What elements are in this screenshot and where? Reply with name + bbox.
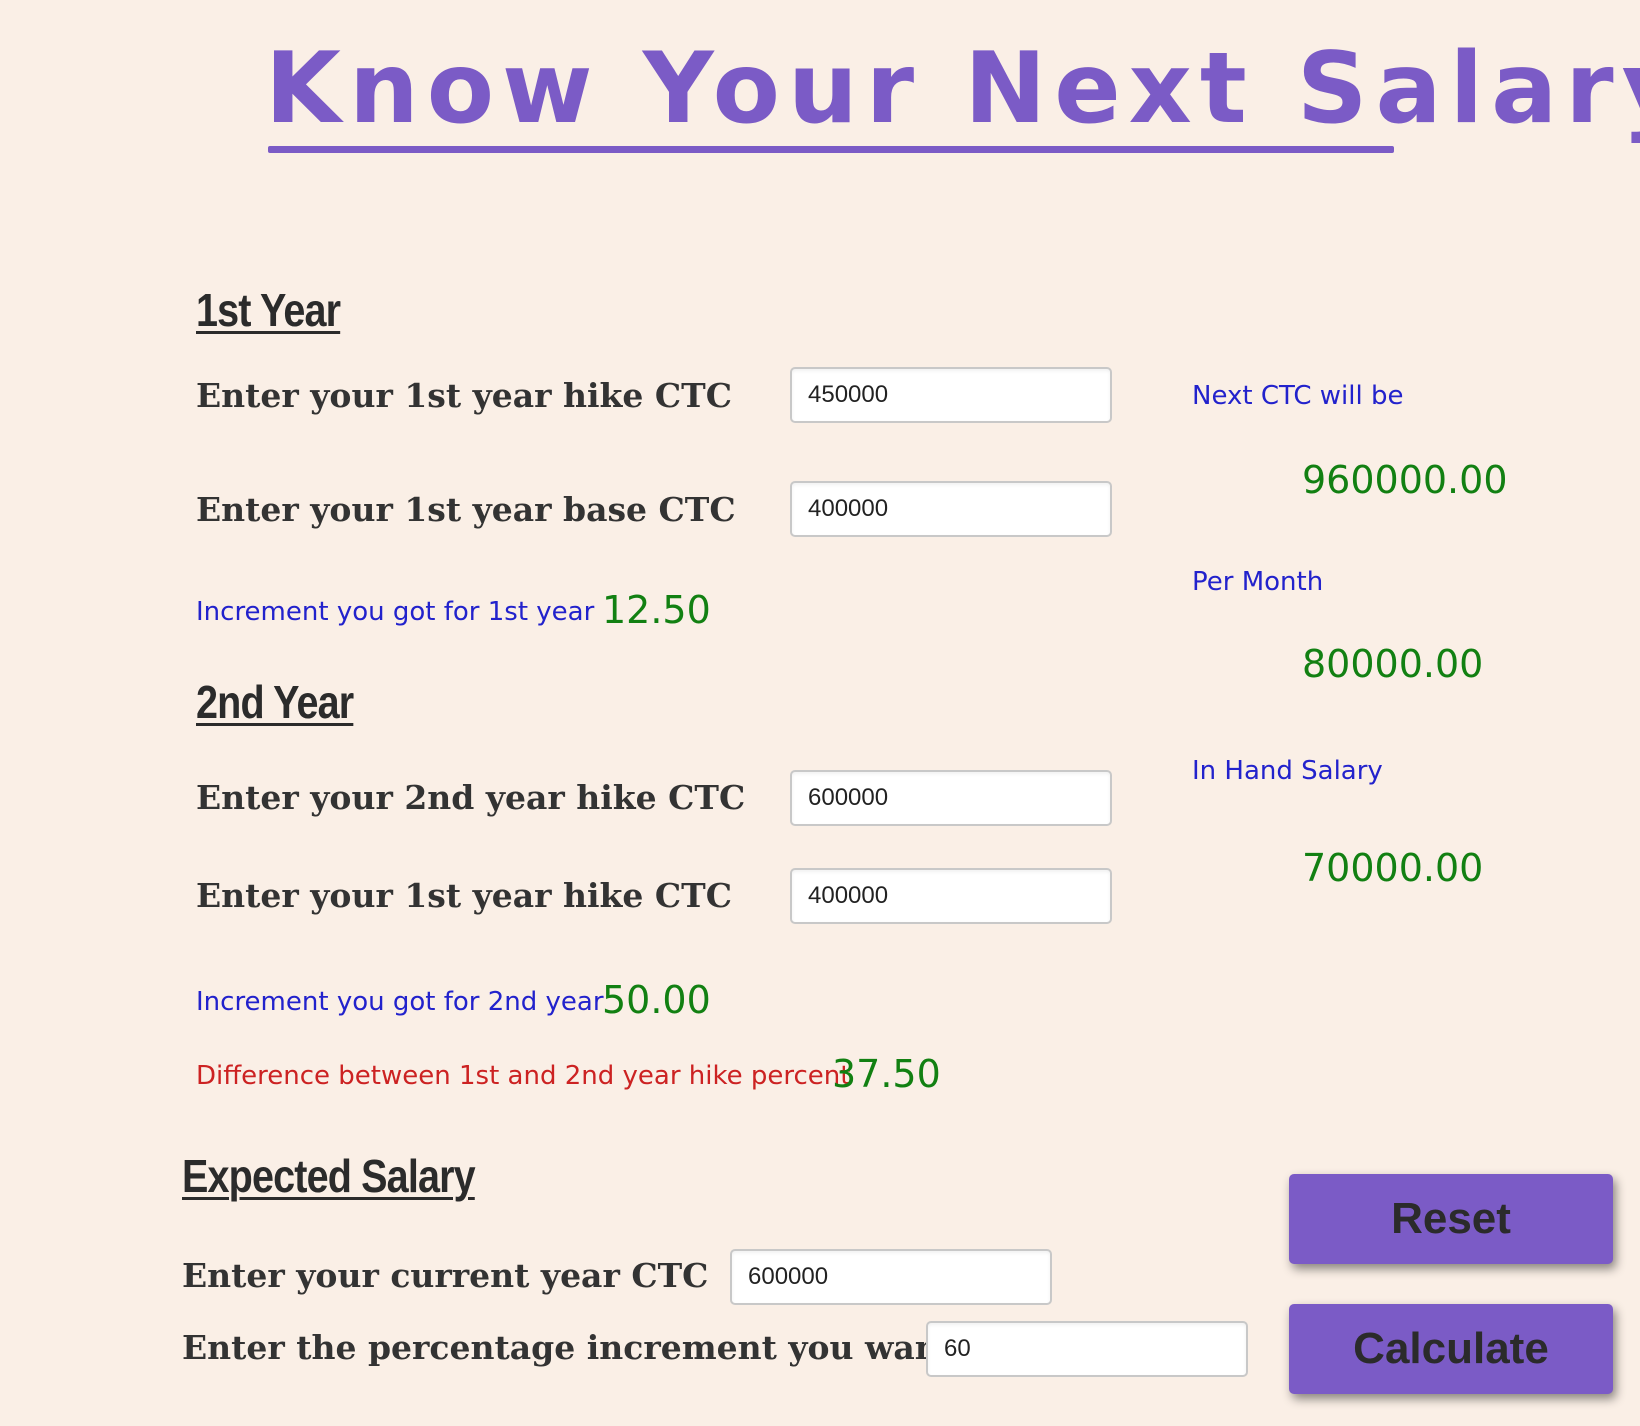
percent-increment-label: Enter the percentage increment you want (182, 1328, 955, 1367)
second-year-hike-ctc-input[interactable] (790, 770, 1112, 826)
second-year-heading: 2nd Year (196, 676, 354, 728)
second-year-hike-ctc-label: Enter your 2nd year hike CTC (196, 778, 746, 817)
reset-button[interactable]: Reset (1289, 1174, 1613, 1264)
first-year-heading: 1st Year (196, 284, 341, 336)
second-year-increment-value: 50.00 (602, 978, 711, 1022)
second-year-prev-ctc-input[interactable] (790, 868, 1112, 924)
second-year-prev-ctc-label: Enter your 1st year hike CTC (196, 876, 732, 915)
per-month-label: Per Month (1192, 567, 1324, 597)
current-ctc-label: Enter your current year CTC (182, 1256, 709, 1295)
per-month-value: 80000.00 (1302, 642, 1484, 686)
next-ctc-value: 960000.00 (1302, 458, 1508, 502)
second-year-increment-label: Increment you got for 2nd year (196, 987, 604, 1017)
page-title: Know Your Next Salary (265, 32, 1640, 146)
first-year-hike-ctc-label: Enter your 1st year hike CTC (196, 376, 732, 415)
hike-difference-label: Difference between 1st and 2nd year hike… (196, 1061, 851, 1091)
in-hand-salary-label: In Hand Salary (1192, 756, 1383, 786)
first-year-hike-ctc-input[interactable] (790, 367, 1112, 423)
current-ctc-input[interactable] (730, 1249, 1052, 1305)
first-year-base-ctc-label: Enter your 1st year base CTC (196, 490, 736, 529)
first-year-increment-label: Increment you got for 1st year (196, 597, 595, 627)
first-year-base-ctc-input[interactable] (790, 481, 1112, 537)
percent-increment-input[interactable] (926, 1321, 1248, 1377)
next-ctc-label: Next CTC will be (1192, 381, 1404, 411)
calculate-button[interactable]: Calculate (1289, 1304, 1613, 1394)
title-underline (268, 146, 1394, 153)
expected-salary-heading: Expected Salary (182, 1150, 476, 1202)
hike-difference-value: 37.50 (832, 1052, 941, 1096)
in-hand-salary-value: 70000.00 (1302, 846, 1484, 890)
first-year-increment-value: 12.50 (602, 588, 711, 632)
